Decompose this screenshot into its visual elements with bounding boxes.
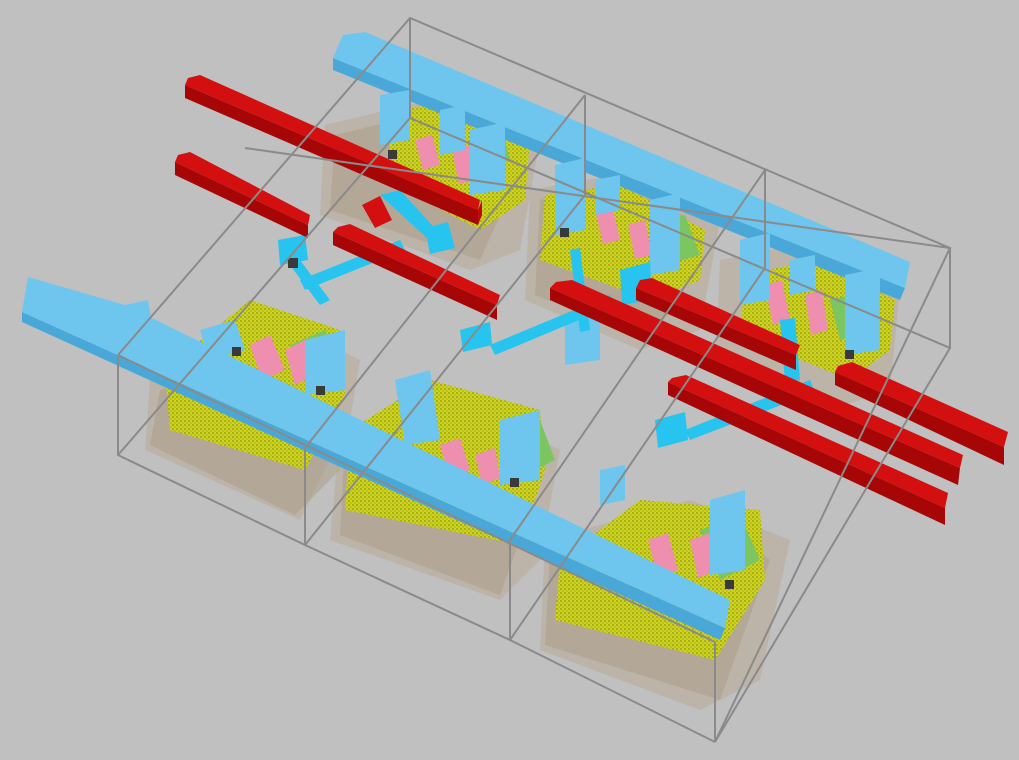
red-bar-2 (175, 152, 310, 238)
layout-3d-scene (22, 16, 1008, 743)
